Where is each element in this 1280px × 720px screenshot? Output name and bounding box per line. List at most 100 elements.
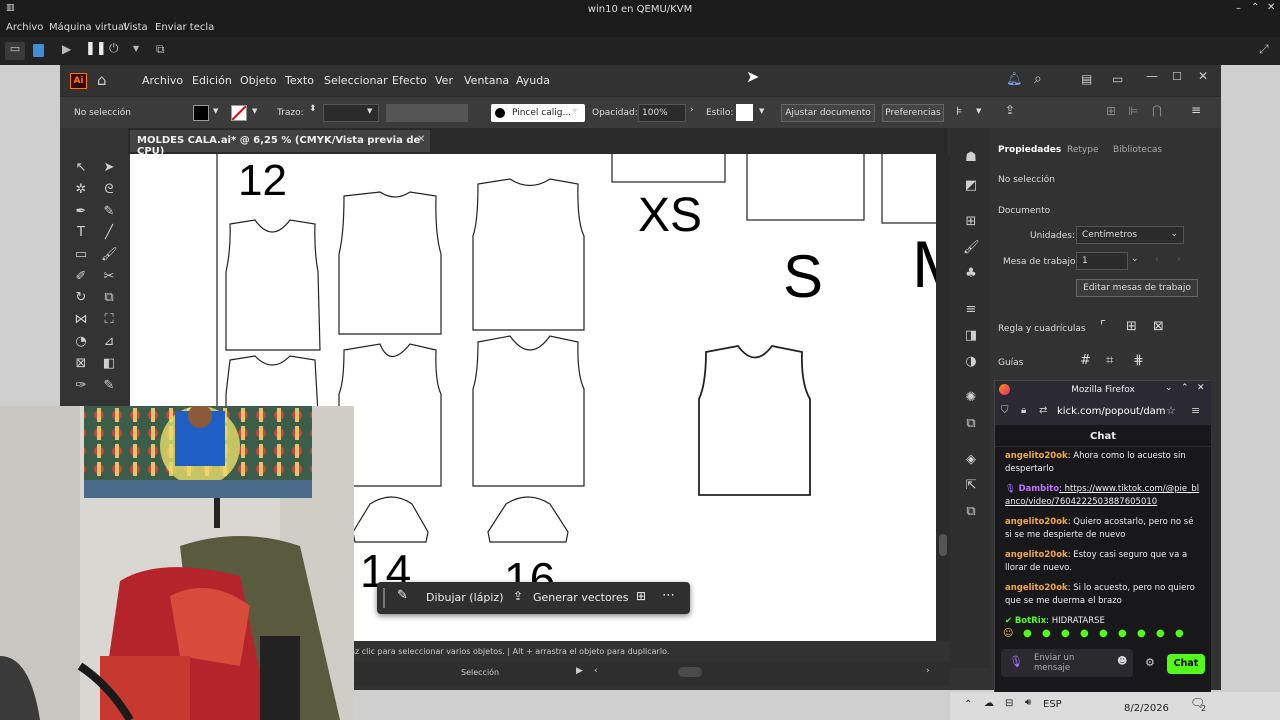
console-icon[interactable]: ▭: [5, 42, 25, 60]
emote-icon[interactable]: ●: [1099, 628, 1108, 639]
brushes-panel-icon[interactable]: 🖌︎: [963, 240, 980, 256]
emote-icon[interactable]: ●: [1137, 628, 1146, 639]
tab-retype[interactable]: Retype: [1067, 145, 1099, 155]
power-dropdown-icon[interactable]: ▼: [133, 44, 139, 53]
minimize-icon[interactable]: —: [1146, 69, 1158, 83]
export-icon[interactable]: ⇪: [1005, 103, 1015, 117]
url-field[interactable]: kick.com/popout/dambi: [1057, 406, 1165, 417]
menu-archivo[interactable]: Archivo: [142, 74, 183, 87]
chat-input[interactable]: 🎙︎ Enviar un mensaje ☻: [1001, 649, 1133, 677]
emote-icon[interactable]: ●: [1061, 628, 1070, 639]
emote-icon[interactable]: ●: [1156, 628, 1165, 639]
generate-vectors-button[interactable]: Generar vectores: [533, 591, 628, 604]
prev-artboard-icon[interactable]: ‹: [1155, 255, 1159, 265]
selection-tool-icon[interactable]: ↖: [73, 160, 89, 176]
ff-close-icon[interactable]: ✕: [1197, 383, 1205, 393]
artboard-dropdown-icon[interactable]: ⌄: [1131, 254, 1139, 264]
document-tab[interactable]: MOLDES CALA.ai* @ 6,25 % (CMYK/Vista pre…: [130, 130, 430, 157]
emote-icon[interactable]: ●: [1042, 628, 1051, 639]
image-options-icon[interactable]: ⊞: [636, 589, 646, 603]
scale-tool-icon[interactable]: ⧉: [101, 290, 117, 306]
opacity-arrow-icon[interactable]: ›: [690, 105, 694, 115]
artboards-panel-icon[interactable]: ⧉: [963, 504, 979, 520]
emote-icon[interactable]: ●: [1080, 628, 1089, 639]
brush-dropdown-icon[interactable]: ▼: [572, 107, 577, 115]
stroke-stepper[interactable]: ⬍: [309, 104, 317, 114]
gradient-tool-icon[interactable]: ◧: [101, 356, 117, 372]
direct-selection-tool-icon[interactable]: ➤: [101, 160, 117, 176]
units-select[interactable]: Centímetros ⌄: [1076, 226, 1184, 244]
layers-thumb-icon[interactable]: ◩: [963, 178, 979, 194]
chat-username[interactable]: angelito20ok: [1005, 517, 1068, 527]
paintbrush-tool-icon[interactable]: 🖌︎: [101, 247, 118, 263]
grid-icon[interactable]: ⊞: [1126, 319, 1137, 334]
play-icon[interactable]: ▶: [62, 42, 71, 56]
permissions-icon[interactable]: ⇄: [1039, 405, 1047, 416]
chat-username[interactable]: angelito20ok: [1005, 451, 1068, 461]
guides-icon[interactable]: #: [1080, 353, 1091, 368]
snapshot-icon[interactable]: ⧉: [156, 42, 165, 57]
lasso-tool-icon[interactable]: ᘓ: [101, 182, 117, 198]
shape-builder-tool-icon[interactable]: ◔: [73, 334, 89, 350]
tray-chevron-icon[interactable]: ⌃: [964, 699, 972, 710]
workspace-icon[interactable]: ▭: [1112, 72, 1123, 86]
bookmark-star-icon[interactable]: ☆: [1166, 404, 1176, 417]
perspective-grid-tool-icon[interactable]: ⊿: [101, 334, 117, 350]
smart-guides-icon[interactable]: ⌗: [1106, 353, 1113, 368]
status-arrow-icon[interactable]: ▶: [576, 666, 583, 676]
emote-icon[interactable]: ☺: [1003, 628, 1013, 639]
color-guide-icon[interactable]: ✺: [963, 390, 979, 406]
home-icon[interactable]: ⌂: [97, 71, 107, 89]
shaper-tool-icon[interactable]: ✐: [73, 269, 89, 285]
ff-dropdown-icon[interactable]: ⌄: [1165, 383, 1173, 393]
scrollbar-thumb[interactable]: [939, 534, 947, 556]
menu-seleccionar[interactable]: Seleccionar: [324, 74, 388, 87]
symbols-panel-icon[interactable]: ♣: [963, 266, 979, 282]
pause-icon[interactable]: ❚❚: [85, 41, 107, 56]
drag-handle[interactable]: [383, 588, 385, 608]
settings-gear-icon[interactable]: ⚙: [1145, 656, 1155, 669]
transparency-grid-icon[interactable]: ⊠: [1153, 319, 1164, 334]
hamburger-menu-icon[interactable]: ≡: [1191, 404, 1200, 417]
draw-pencil-button[interactable]: Dibujar (lápiz): [426, 591, 504, 604]
line-tool-icon[interactable]: ╱: [101, 225, 117, 241]
shield-icon[interactable]: ⛉: [1001, 405, 1009, 416]
type-tool-icon[interactable]: T: [73, 225, 89, 241]
opacity-input[interactable]: 100%: [638, 104, 686, 122]
chat-username[interactable]: angelito20ok: [1005, 583, 1068, 593]
menu-efecto[interactable]: Efecto: [392, 74, 427, 87]
menu-archivo[interactable]: Archivo: [6, 22, 43, 33]
stroke-panel-icon[interactable]: ≡: [963, 302, 979, 318]
emote-icon[interactable]: ●: [1118, 628, 1127, 639]
hscroll-left-icon[interactable]: ‹: [594, 666, 598, 676]
notification-icon[interactable]: 🔔︎: [1006, 72, 1023, 87]
chat-username[interactable]: angelito20ok: [1005, 550, 1068, 560]
stroke-dropdown-icon[interactable]: ▼: [252, 107, 257, 115]
volume-icon[interactable]: 🔊︎: [1025, 697, 1031, 708]
brush-selector[interactable]: Pincel calig...: [491, 104, 585, 122]
variable-width-profile[interactable]: [386, 104, 468, 122]
transparency-panel-icon[interactable]: ◑: [963, 354, 979, 370]
ff-maximize-icon[interactable]: ⌃: [1181, 383, 1189, 393]
magic-wand-tool-icon[interactable]: ✲: [73, 182, 89, 198]
emoji-icon[interactable]: ☻: [1117, 656, 1127, 667]
edit-artboards-button[interactable]: Editar mesas de trabajo: [1076, 279, 1198, 297]
emote-icon[interactable]: ●: [1175, 628, 1184, 639]
menu-objeto[interactable]: Objeto: [240, 74, 277, 87]
chat-username[interactable]: Dambito: [1019, 484, 1060, 494]
layers-panel-icon[interactable]: ◈: [963, 452, 979, 468]
pathfinder-icon[interactable]: ⋂: [1152, 103, 1162, 117]
style-swatch[interactable]: [736, 104, 753, 121]
stroke-weight-dropdown-icon[interactable]: ▼: [367, 107, 372, 115]
close-icon[interactable]: ✕: [1198, 69, 1208, 83]
tab-bibliotecas[interactable]: Bibliotecas: [1113, 145, 1162, 155]
menu-ventana[interactable]: Ventana: [464, 74, 509, 87]
close-icon[interactable]: ✕: [1267, 2, 1275, 13]
hscroll-thumb[interactable]: [678, 667, 702, 677]
menu-vista[interactable]: Vista: [123, 22, 148, 33]
image-trace-icon[interactable]: ⧉: [963, 416, 979, 432]
blend-tool-icon[interactable]: ✎: [101, 378, 117, 394]
onedrive-icon[interactable]: ☁: [984, 698, 994, 709]
menu-ayuda[interactable]: Ayuda: [516, 74, 550, 87]
rotate-tool-icon[interactable]: ↻: [73, 290, 89, 306]
